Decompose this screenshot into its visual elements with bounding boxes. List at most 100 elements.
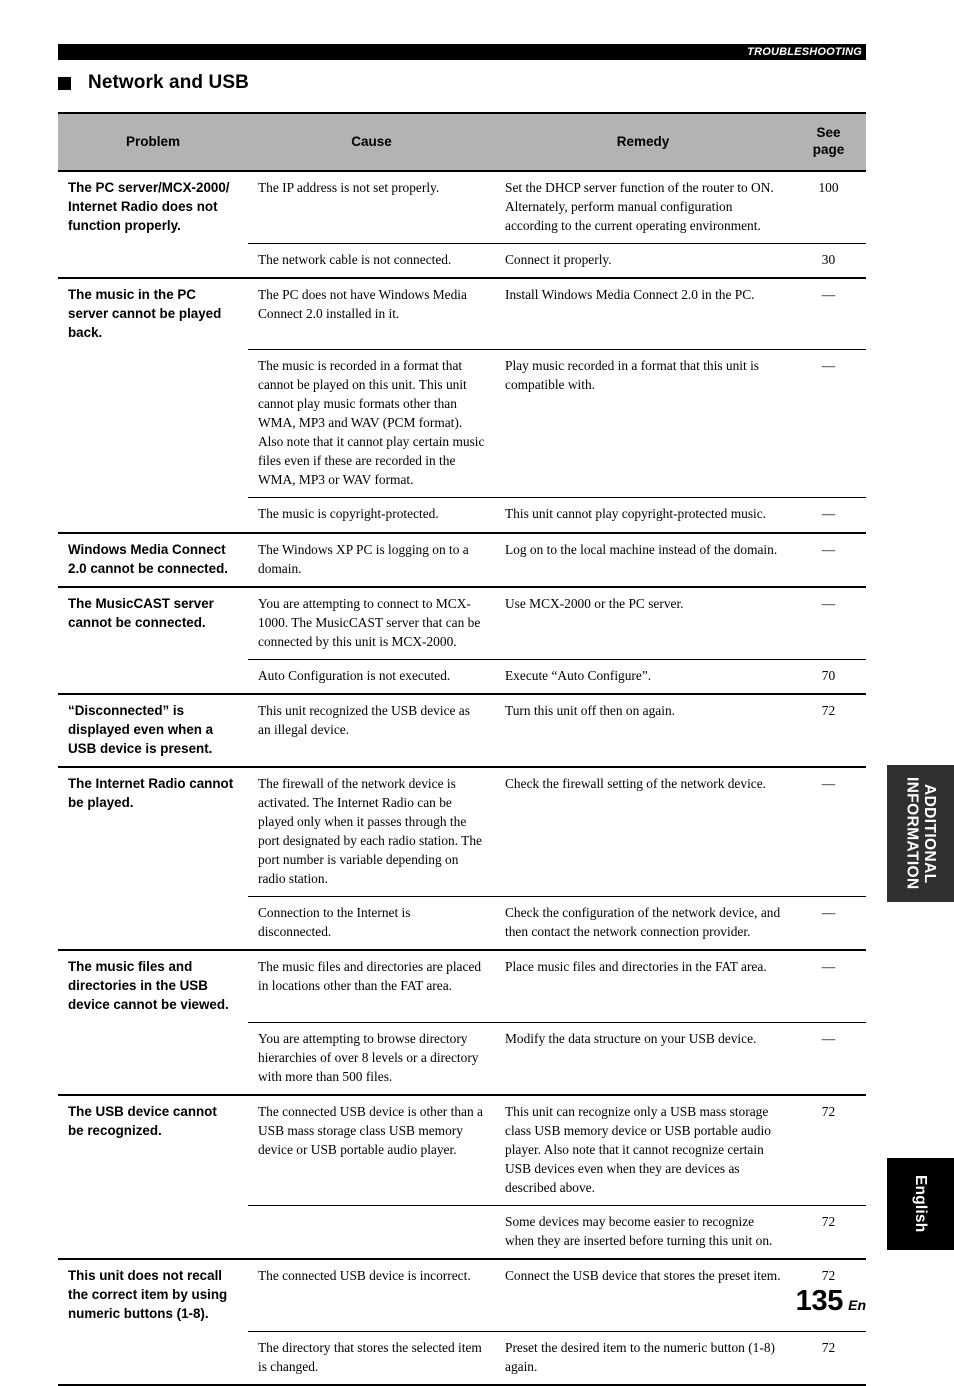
- cell-problem: This unit does not recall the correct it…: [58, 1257, 248, 1332]
- cell-cause: [248, 1204, 495, 1259]
- table-row: You are attempting to browse directory h…: [58, 1021, 866, 1095]
- cell-cause: You are attempting to connect to MCX-100…: [248, 585, 495, 660]
- cell-see-page: 100: [791, 169, 866, 244]
- troubleshooting-table-wrapper: Problem Cause Remedy See page The PC ser…: [58, 112, 866, 1386]
- cell-problem: [58, 1205, 248, 1259]
- cell-remedy: Play music recorded in a format that thi…: [495, 349, 791, 498]
- troubleshooting-table: Problem Cause Remedy See page The PC ser…: [58, 112, 866, 1386]
- cell-remedy: Some devices may become easier to recogn…: [495, 1204, 791, 1259]
- cell-see-page: —: [791, 949, 866, 1023]
- cell-see-page: 72: [791, 1093, 866, 1206]
- cell-cause: You are attempting to browse directory h…: [248, 1021, 495, 1095]
- table-row: The music is copyright-protected. This un…: [58, 497, 866, 533]
- cell-problem: The music files and directories in the U…: [58, 949, 248, 1023]
- cell-remedy: Use MCX-2000 or the PC server.: [495, 585, 791, 660]
- cell-problem: The PC server/MCX-2000/ Internet Radio d…: [58, 169, 248, 244]
- cell-cause: Auto Configuration is not executed.: [248, 658, 495, 694]
- table-row: The music is recorded in a format that c…: [58, 349, 866, 498]
- cell-problem: [58, 896, 248, 950]
- cell-cause: This unit recognized the USB device as a…: [248, 692, 495, 767]
- table-row: The directory that stores the selected i…: [58, 1330, 866, 1386]
- cell-problem: [58, 243, 248, 278]
- cell-see-page: 72: [791, 1330, 866, 1386]
- cell-cause: The music is recorded in a format that c…: [248, 349, 495, 498]
- side-tab-english[interactable]: English: [887, 1158, 954, 1250]
- cell-see-page: —: [791, 1021, 866, 1095]
- cell-problem: The USB device cannot be recognized.: [58, 1093, 248, 1206]
- cell-problem: [58, 659, 248, 694]
- cell-cause: The connected USB device is incorrect.: [248, 1257, 495, 1332]
- cell-see-page: —: [791, 765, 866, 897]
- cell-problem: [58, 1331, 248, 1386]
- table-row: This unit does not recall the correct it…: [58, 1257, 866, 1332]
- cell-remedy: Modify the data structure on your USB de…: [495, 1021, 791, 1095]
- cell-problem: The Internet Radio cannot be played.: [58, 765, 248, 897]
- cell-cause: The music files and directories are plac…: [248, 949, 495, 1023]
- table-row: Windows Media Connect 2.0 cannot be conn…: [58, 531, 866, 587]
- cell-cause: Connection to the Internet is disconnect…: [248, 895, 495, 951]
- cell-remedy: Log on to the local machine instead of t…: [495, 531, 791, 587]
- page-number: 135: [795, 1285, 844, 1317]
- cell-remedy: This unit can recognize only a USB mass …: [495, 1093, 791, 1206]
- side-tab-additional-information[interactable]: ADDITIONAL INFORMATION: [887, 765, 954, 902]
- table-body: The PC server/MCX-2000/ Internet Radio d…: [58, 169, 866, 1386]
- table-row: The music files and directories in the U…: [58, 949, 866, 1023]
- column-header-problem: Problem: [58, 112, 248, 172]
- cell-remedy: This unit cannot play copyright-protecte…: [495, 497, 791, 533]
- cell-see-page: —: [791, 276, 866, 350]
- cell-cause: The network cable is not connected.: [248, 242, 495, 278]
- cell-remedy: Connect it properly.: [495, 242, 791, 278]
- cell-see-page: —: [791, 497, 866, 533]
- cell-see-page: 72: [791, 1204, 866, 1259]
- table-header-row: Problem Cause Remedy See page: [58, 112, 866, 172]
- running-head-label: TROUBLESHOOTING: [747, 46, 862, 58]
- cell-remedy: Connect the USB device that stores the p…: [495, 1257, 791, 1332]
- cell-problem: The MusicCAST server cannot be connected…: [58, 585, 248, 660]
- cell-problem: Windows Media Connect 2.0 cannot be conn…: [58, 531, 248, 587]
- cell-cause: The PC does not have Windows Media Conne…: [248, 276, 495, 350]
- table-row: The network cable is not connected. Conne…: [58, 242, 866, 278]
- cell-cause: The directory that stores the selected i…: [248, 1330, 495, 1386]
- square-bullet-icon: [58, 76, 71, 90]
- cell-remedy: Execute “Auto Configure”.: [495, 658, 791, 694]
- table-row: Some devices may become easier to recogn…: [58, 1204, 866, 1259]
- cell-problem: The music in the PC server cannot be pla…: [58, 276, 248, 350]
- cell-problem: [58, 1022, 248, 1095]
- table-row: The MusicCAST server cannot be connected…: [58, 585, 866, 660]
- cell-see-page: —: [791, 895, 866, 951]
- table-row: Connection to the Internet is disconnect…: [58, 895, 866, 951]
- column-header-cause: Cause: [248, 112, 495, 172]
- cell-remedy: Set the DHCP server function of the rout…: [495, 169, 791, 244]
- cell-remedy: Place music files and directories in the…: [495, 949, 791, 1023]
- cell-cause: The Windows XP PC is logging on to a dom…: [248, 531, 495, 587]
- cell-cause: The firewall of the network device is ac…: [248, 765, 495, 897]
- cell-remedy: Preset the desired item to the numeric b…: [495, 1330, 791, 1386]
- table-row: The USB device cannot be recognized. The …: [58, 1093, 866, 1206]
- section-heading: Network and USB: [58, 72, 249, 94]
- page-number-suffix: En: [848, 1297, 866, 1313]
- cell-remedy: Install Windows Media Connect 2.0 in the…: [495, 276, 791, 350]
- cell-problem: “Disconnected” is displayed even when a …: [58, 692, 248, 767]
- cell-see-page: —: [791, 349, 866, 498]
- cell-remedy: Check the configuration of the network d…: [495, 895, 791, 951]
- cell-cause: The IP address is not set properly.: [248, 169, 495, 244]
- cell-cause: The music is copyright-protected.: [248, 497, 495, 533]
- table-row: “Disconnected” is displayed even when a …: [58, 692, 866, 767]
- table-row: The PC server/MCX-2000/ Internet Radio d…: [58, 169, 866, 244]
- running-head-bar: TROUBLESHOOTING: [58, 44, 866, 60]
- cell-remedy: Turn this unit off then on again.: [495, 692, 791, 767]
- cell-problem: [58, 498, 248, 533]
- cell-cause: The connected USB device is other than a…: [248, 1093, 495, 1206]
- side-tab-additional-information-label: ADDITIONAL INFORMATION: [903, 777, 938, 890]
- column-header-see-page: See page: [791, 112, 866, 172]
- table-row: The music in the PC server cannot be pla…: [58, 276, 866, 350]
- cell-remedy: Check the firewall setting of the networ…: [495, 765, 791, 897]
- page-title: Network and USB: [88, 72, 249, 93]
- table-row: The Internet Radio cannot be played. The …: [58, 765, 866, 897]
- cell-see-page: —: [791, 585, 866, 660]
- cell-see-page: 30: [791, 242, 866, 278]
- cell-see-page: 70: [791, 658, 866, 694]
- cell-problem: [58, 350, 248, 498]
- table-row: Auto Configuration is not executed. Execu…: [58, 658, 866, 694]
- page-footer: 135 En: [796, 1285, 866, 1318]
